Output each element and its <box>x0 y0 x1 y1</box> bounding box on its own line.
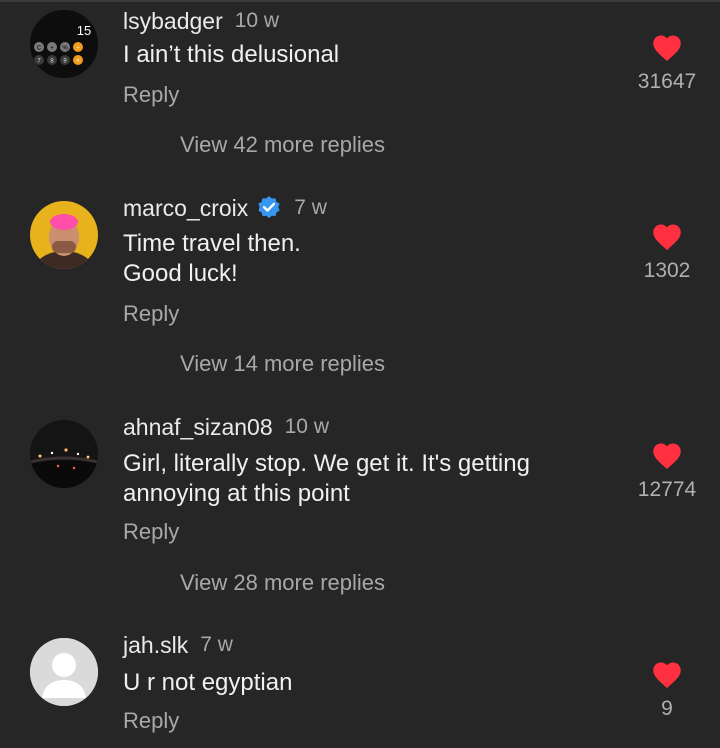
avatar[interactable] <box>30 201 98 269</box>
like-count: 12774 <box>637 478 697 501</box>
avatar-key: C <box>37 46 42 52</box>
like-control: 31647 <box>617 34 717 94</box>
comment-text-line: annoying at this point <box>123 480 350 507</box>
comment-text-line: U r not egyptian <box>123 669 293 696</box>
comment-text-line: Girl, literally stop. We get it. It's ge… <box>123 450 530 477</box>
comment-text-line: Time travel then. <box>123 230 301 257</box>
avatar[interactable] <box>30 420 98 488</box>
like-control: 1302 <box>617 223 717 283</box>
username[interactable]: lsybadger <box>123 8 223 35</box>
view-more-replies[interactable]: View 28 more replies <box>180 568 385 598</box>
comment-meta: lsybadger 10 w <box>123 6 279 36</box>
view-more-replies[interactable]: View 42 more replies <box>180 130 385 160</box>
timestamp: 10 w <box>284 415 329 438</box>
username[interactable]: ahnaf_sizan08 <box>123 414 273 441</box>
default-avatar-icon <box>30 638 98 706</box>
view-more-replies[interactable]: View 14 more replies <box>180 349 385 379</box>
reply-button[interactable]: Reply <box>123 80 179 110</box>
like-count: 1302 <box>643 259 691 282</box>
heart-icon[interactable] <box>652 34 682 62</box>
like-control: 12774 <box>617 442 717 502</box>
comment-meta: jah.slk 7 w <box>123 630 233 660</box>
heart-icon[interactable] <box>652 661 682 689</box>
avatar-badge: 15 <box>77 23 91 38</box>
heart-icon[interactable] <box>652 442 682 470</box>
avatar[interactable] <box>30 638 98 706</box>
avatar-key: % <box>62 46 68 52</box>
username[interactable]: jah.slk <box>123 632 188 659</box>
timestamp: 7 w <box>200 633 233 656</box>
avatar-key: × <box>76 59 80 65</box>
top-divider <box>0 0 720 2</box>
timestamp: 7 w <box>294 196 327 219</box>
reply-button[interactable]: Reply <box>123 517 179 547</box>
comment-text: Time travel then. Good luck! <box>123 229 593 289</box>
comment-meta: ahnaf_sizan08 10 w <box>123 412 329 442</box>
like-control: 9 <box>617 661 717 721</box>
comment-text: Girl, literally stop. We get it. It's ge… <box>123 449 593 509</box>
heart-icon[interactable] <box>652 223 682 251</box>
comment-text: U r not egyptian <box>123 668 593 698</box>
avatar-key: + <box>50 46 54 52</box>
timestamp: 10 w <box>234 9 280 32</box>
username[interactable]: marco_croix <box>123 195 248 222</box>
like-count: 31647 <box>637 70 697 93</box>
comment-meta: marco_croix 7 w <box>123 193 327 223</box>
verified-badge-icon <box>258 196 280 219</box>
reply-button[interactable]: Reply <box>123 706 179 736</box>
like-count: 9 <box>661 697 673 720</box>
comment-text-line: Good luck! <box>123 260 238 287</box>
comment-text: I ain’t this delusional <box>123 40 593 70</box>
reply-button[interactable]: Reply <box>123 299 179 329</box>
avatar[interactable]: 15 C + % ÷ 7 8 9 × <box>30 10 98 78</box>
comment-text-line: I ain’t this delusional <box>123 41 340 68</box>
